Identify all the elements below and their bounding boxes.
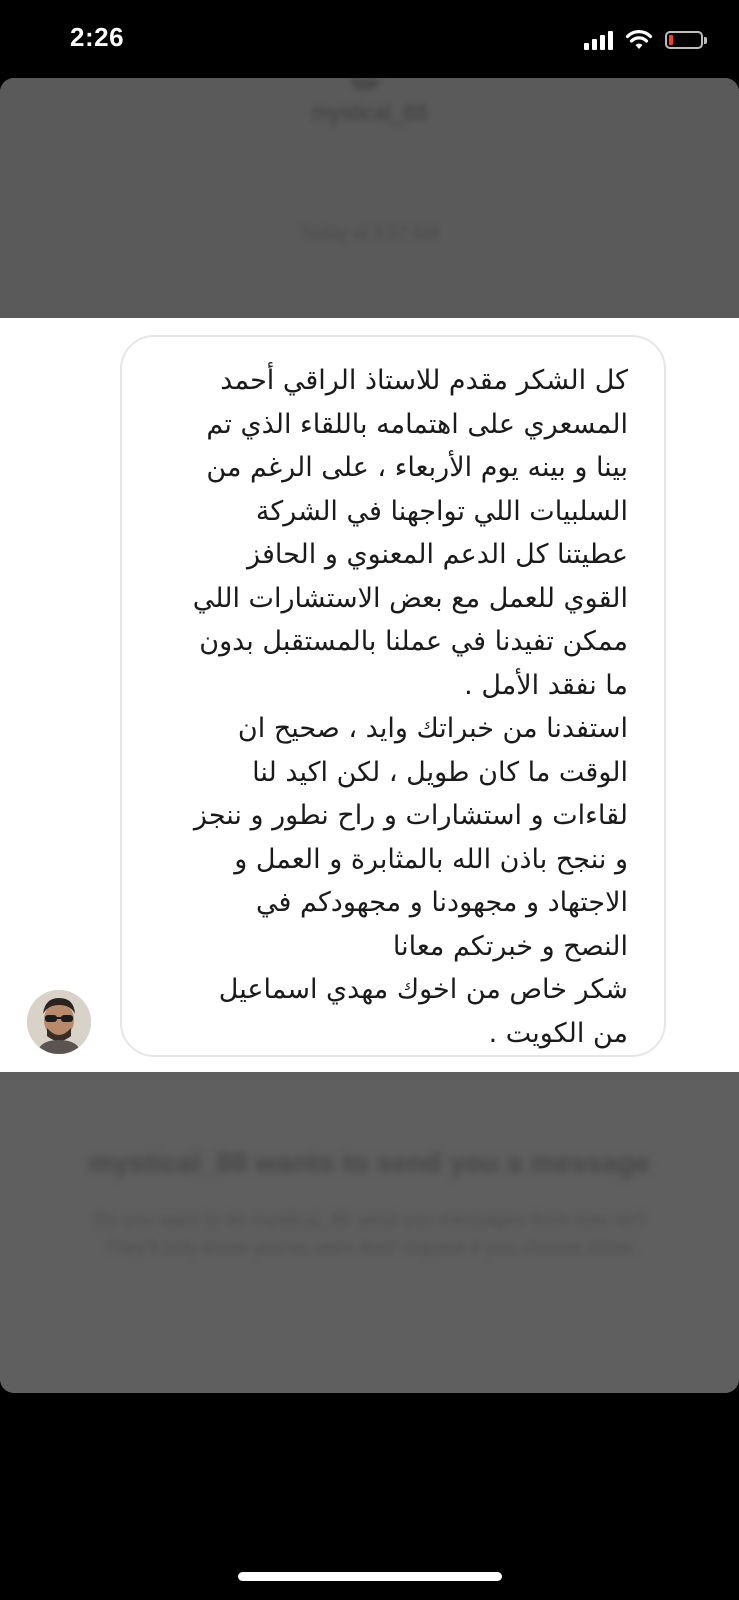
conversation-header: mystical_88 Today at 3:57 AM	[0, 78, 739, 318]
message-line: و ننجح باذن الله بالمثابرة و العمل و	[234, 843, 628, 875]
message-request-panel: mystical_88 wants to send you a message …	[0, 1072, 739, 1393]
message-line: من الكويت .	[488, 1017, 628, 1049]
message-line: عطيتنا كل الدعم المعنوي و الحافز	[247, 539, 628, 570]
message-timestamp: Today at 3:57 AM	[299, 223, 440, 243]
message-line: ما نفقد الأمل .	[464, 669, 628, 701]
battery-level	[669, 35, 673, 45]
message-line: كل الشكر مقدم للاستاذ الراقي أحمد	[220, 365, 628, 396]
message-line: السلبيات اللي تواجهنا في الشركة	[255, 495, 628, 527]
header-avatar	[350, 78, 380, 90]
sender-avatar[interactable]	[27, 990, 91, 1054]
request-description: Do you want to let mystical_88 send you …	[93, 1210, 647, 1259]
status-time: 2:26	[70, 22, 125, 52]
home-indicator[interactable]	[238, 1572, 502, 1581]
story-card: mystical_88 Today at 3:57 AM كل الشكر مق…	[0, 78, 739, 1393]
message-row: كل الشكر مقدم للاستاذ الراقي أحمد المسعر…	[0, 318, 739, 1072]
status-icons	[584, 28, 707, 52]
message-line: النصح و خبرتكم معانا	[392, 930, 628, 962]
message-line: لقاءات و استشارات و راح نطور و ننجز	[193, 800, 628, 831]
message-line: استفدنا من خبراتك وايد ، صحيح ان	[237, 713, 628, 744]
wifi-icon	[625, 30, 653, 49]
message-line: المسعري على اهتمامه باللقاء الذي تم	[206, 408, 628, 440]
message-line: ممكن تفيدنا في عملنا بالمستقبل بدون	[199, 626, 628, 657]
message-line: شكر خاص من اخوك مهدي اسماعيل	[218, 974, 628, 1005]
message-line: القوي للعمل مع بعض الاستشارات اللي	[192, 582, 628, 614]
battery-low-icon	[665, 31, 707, 49]
message-line: بينا و بينه يوم الأربعاء ، على الرغم من	[206, 452, 628, 483]
request-title: mystical_88 wants to send you a message	[88, 1147, 651, 1178]
message-line: الاجتهاد و مجهودنا و مجهودكم في	[255, 887, 628, 918]
message-bubble[interactable]: كل الشكر مقدم للاستاذ الراقي أحمد المسعر…	[120, 335, 666, 1057]
message-line: الوقت ما كان طويل ، لكن اكيد لنا	[252, 756, 628, 788]
person-avatar-icon	[27, 990, 91, 1054]
cellular-signal-icon	[584, 30, 613, 50]
conversation-username: mystical_88	[311, 100, 428, 125]
status-bar: 2:26	[0, 0, 739, 80]
